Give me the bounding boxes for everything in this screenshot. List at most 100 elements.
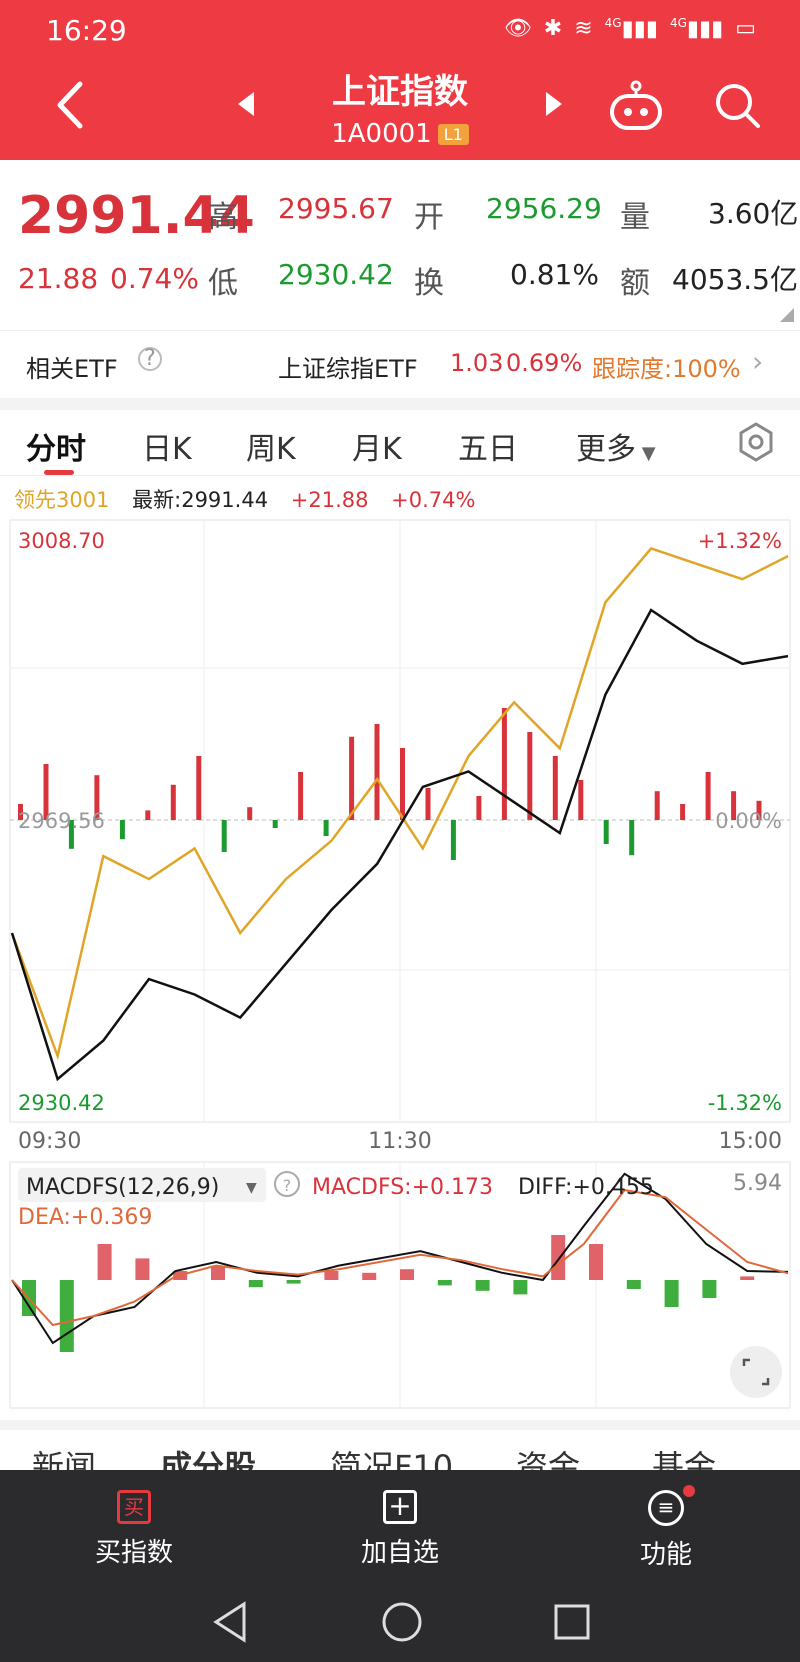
status-icons: 👁 ✱ ≋ 4G▮▮▮ 4G▮▮▮ ▭ <box>504 16 756 41</box>
chart-tabs: 分时 日K 周K 月K 五日 更多 ▼ <box>0 410 800 476</box>
legend-pct: +0.74% <box>391 488 476 512</box>
volume-bar <box>349 736 355 820</box>
etf-pct: 0.69% <box>506 349 583 377</box>
add-icon: + <box>383 1490 417 1524</box>
macd-hist-bar <box>437 1280 452 1286</box>
legend-latest: 最新:2991.44 <box>132 488 269 512</box>
volume-bars <box>18 708 762 860</box>
macd-hist-bar <box>324 1271 339 1280</box>
macd-hist-bar <box>400 1269 414 1280</box>
macd-hist-bar <box>248 1280 263 1288</box>
buy-index-button[interactable]: 买 买指数 <box>54 1490 214 1569</box>
macd-hist-bar <box>589 1244 603 1280</box>
add-watchlist-button[interactable]: + 加自选 <box>320 1490 480 1569</box>
fullscreen-button[interactable] <box>730 1346 782 1398</box>
chart-legend: 领先3001 最新:2991.44 +21.88 +0.74% <box>14 484 475 514</box>
section-divider <box>0 398 800 410</box>
robot-assistant-icon[interactable] <box>608 80 664 132</box>
nav-back-icon[interactable] <box>210 1600 250 1644</box>
open-label: 开 <box>414 200 444 235</box>
time-open-label: 09:30 <box>18 1129 81 1154</box>
volume-label: 量 <box>620 200 650 235</box>
macd-dropdown-icon[interactable]: ▼ <box>246 1180 257 1196</box>
status-bar: 16:29 👁 ✱ ≋ 4G▮▮▮ 4G▮▮▮ ▭ <box>0 10 800 50</box>
time-close-label: 15:00 <box>719 1129 782 1154</box>
status-time: 16:29 <box>46 14 127 47</box>
volume-bar <box>323 820 329 836</box>
y-top-label: 3008.70 <box>18 529 105 553</box>
volume-bar <box>450 820 456 860</box>
macd-hist-bar <box>362 1272 377 1280</box>
macd-hist-bar <box>211 1265 225 1280</box>
etf-name: 上证综指ETF <box>278 355 418 383</box>
tab-weekly-k[interactable]: 周K <box>246 424 296 468</box>
legend-leader: 领先3001 <box>14 488 110 512</box>
tab-intraday[interactable]: 分时 <box>26 424 86 468</box>
nav-recents-icon[interactable] <box>552 1602 592 1642</box>
battery-icon: ▭ <box>735 16 756 41</box>
macd-hist-bar <box>740 1276 755 1280</box>
volume-bar <box>654 791 660 820</box>
nav-home-icon[interactable] <box>380 1600 424 1644</box>
tab-monthly-k[interactable]: 月K <box>352 424 402 468</box>
notification-dot <box>683 1485 695 1497</box>
chevron-right-icon[interactable]: › <box>752 345 763 378</box>
tab-fund[interactable]: 基金 <box>652 1442 716 1470</box>
wifi-icon: ≋ <box>574 16 593 41</box>
macd-value: MACDFS:+0.173 <box>312 1175 493 1200</box>
tab-five-day[interactable]: 五日 <box>458 424 518 468</box>
buy-icon: 买 <box>117 1490 151 1524</box>
signal-icon: 4G▮▮▮ <box>604 16 658 42</box>
volume-bar <box>578 780 584 820</box>
low-label: 低 <box>208 266 238 301</box>
volume-bar <box>247 807 253 820</box>
search-icon[interactable] <box>712 80 762 130</box>
macd-dea: DEA:+0.369 <box>18 1205 152 1230</box>
function-label: 功能 <box>639 1540 692 1570</box>
macd-hist-bar <box>59 1280 74 1352</box>
settings-icon[interactable] <box>736 422 776 462</box>
tab-funds-flow[interactable]: 资金 <box>516 1442 580 1470</box>
macd-histogram <box>22 1235 755 1352</box>
next-stock-icon[interactable] <box>546 92 562 116</box>
volume-bar <box>400 748 405 820</box>
tab-f10[interactable]: 简况F10 <box>330 1442 453 1470</box>
open-value: 2956.29 <box>486 192 602 225</box>
bottom-action-bar: 买 买指数 + 加自选 ≡ 功能 <box>0 1470 800 1662</box>
related-etf-row[interactable]: 相关ETF ? 上证综指ETF 1.03 0.69% 跟踪度:100% › <box>0 330 800 398</box>
function-button[interactable]: ≡ 功能 <box>586 1485 746 1571</box>
add-watchlist-label: 加自选 <box>360 1538 439 1568</box>
volume-bar <box>145 810 151 820</box>
macd-hist-bar <box>551 1235 566 1280</box>
volume-value: 3.60亿 <box>708 197 799 230</box>
tab-daily-k[interactable]: 日K <box>142 424 192 468</box>
related-etf-label: 相关ETF <box>26 355 118 383</box>
volume-bar <box>221 820 227 852</box>
bluetooth-icon: ✱ <box>543 16 563 41</box>
turnover-label: 换 <box>414 266 444 301</box>
volume-bar <box>680 804 686 820</box>
intraday-chart[interactable]: 3008.70 2969.56 2930.42 +1.32% 0.00% -1.… <box>0 516 800 1156</box>
volume-bar <box>501 708 507 820</box>
price-change: 21.88 <box>18 262 99 295</box>
help-icon[interactable]: ? <box>138 347 162 371</box>
volume-bar <box>196 756 202 820</box>
pct-mid-label: 0.00% <box>715 809 782 833</box>
expand-corner-icon[interactable] <box>780 308 794 322</box>
tab-more[interactable]: 更多 ▼ <box>576 424 656 468</box>
level-badge: L1 <box>437 124 469 145</box>
volume-bar <box>552 756 558 820</box>
macd-max: 5.94 <box>733 1171 782 1196</box>
tab-constituents[interactable]: 成分股 <box>160 1442 256 1470</box>
volume-bar <box>298 772 304 820</box>
macd-name[interactable]: MACDFS(12,26,9) <box>26 1175 219 1200</box>
volume-bar <box>705 772 711 820</box>
section-tabs: 新闻 成分股 简况F10 资金 基金 <box>0 1420 800 1470</box>
app-header: 16:29 👁 ✱ ≋ 4G▮▮▮ 4G▮▮▮ ▭ 上证指数 1A0001 L1 <box>0 0 800 160</box>
macd-chart[interactable]: MACDFS(12,26,9) ▼ ? MACDFS:+0.173 DIFF:+… <box>0 1160 800 1410</box>
macd-hist-bar <box>475 1280 490 1291</box>
tab-news[interactable]: 新闻 <box>32 1442 96 1470</box>
title-block: 上证指数 1A0001 L1 <box>0 64 800 149</box>
macd-hist-bar <box>702 1280 717 1298</box>
volume-bar <box>603 820 609 844</box>
